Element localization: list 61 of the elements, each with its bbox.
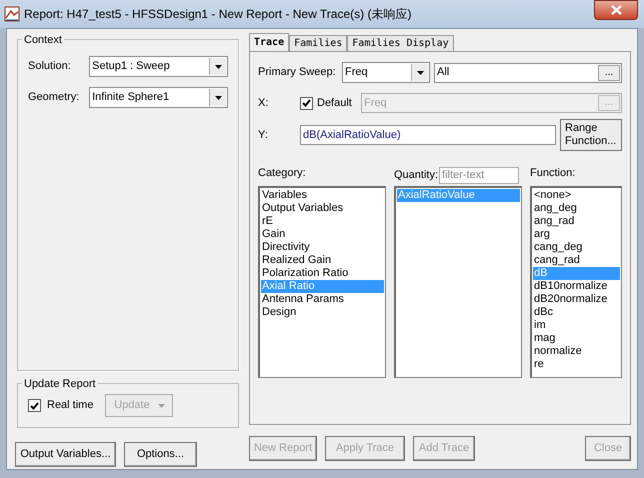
list-item[interactable]: normalize bbox=[533, 344, 620, 358]
tab[interactable]: Families Display bbox=[347, 35, 454, 51]
list-item[interactable]: Polarization Ratio bbox=[261, 266, 384, 280]
dropdown-button[interactable] bbox=[411, 64, 428, 81]
group-title: Update Report bbox=[22, 376, 98, 392]
window-title: Report: H47_test5 - HFSSDesign1 - New Report - New Trace(s) (未响应) bbox=[24, 6, 412, 23]
list-item[interactable]: ang_deg bbox=[533, 202, 620, 214]
button[interactable]: Output Variables... bbox=[15, 442, 116, 467]
list-item[interactable]: cang_rad bbox=[533, 254, 620, 266]
list-item[interactable]: dB10normalize bbox=[533, 280, 620, 292]
list-item[interactable]: Design bbox=[261, 306, 384, 318]
caret-icon bbox=[214, 96, 222, 100]
list-item[interactable]: Output Variables bbox=[261, 202, 384, 214]
browse-button[interactable]: ... bbox=[598, 64, 620, 80]
checkbox-label: Real time bbox=[47, 398, 94, 414]
list-item[interactable]: im bbox=[533, 318, 620, 332]
checkbox-label: Default bbox=[317, 96, 353, 111]
dropdown-button[interactable] bbox=[209, 58, 226, 75]
field-label: X: bbox=[258, 96, 270, 111]
field-label: Geometry: bbox=[28, 90, 80, 106]
close-button[interactable] bbox=[594, 0, 638, 20]
tab[interactable]: Families bbox=[289, 35, 348, 51]
list-item[interactable]: mag bbox=[533, 332, 620, 344]
list-label: Function: bbox=[530, 166, 576, 181]
list-item[interactable]: Realized Gain bbox=[261, 254, 384, 266]
dropdown-field[interactable]: Infinite Sphere1 bbox=[89, 87, 228, 108]
dropdown-field[interactable]: Setup1 : Sweep bbox=[89, 56, 228, 77]
list-item[interactable]: ang_rad bbox=[533, 214, 620, 228]
button[interactable]: Options... bbox=[124, 442, 197, 467]
tab[interactable]: Trace bbox=[249, 33, 290, 51]
field-label: Solution: bbox=[28, 59, 72, 74]
list-item[interactable]: dB20normalize bbox=[533, 292, 620, 306]
y-field[interactable]: dB(AxialRatioValue) bbox=[300, 125, 556, 145]
dropdown-field[interactable]: Freq bbox=[342, 62, 430, 83]
list-item[interactable]: re bbox=[533, 358, 620, 370]
close-icon bbox=[610, 5, 622, 15]
caret-icon bbox=[158, 404, 165, 408]
list-item[interactable]: rE bbox=[261, 214, 384, 228]
list-item[interactable]: dBc bbox=[533, 306, 620, 318]
checkmark-icon bbox=[30, 402, 39, 410]
list-label: Category: bbox=[258, 166, 307, 181]
list-item[interactable]: Directivity bbox=[261, 240, 384, 254]
app-icon bbox=[4, 6, 20, 22]
list-item[interactable]: <none> bbox=[533, 188, 620, 202]
range-function-button[interactable]: Range Function... bbox=[560, 119, 622, 151]
caret-icon bbox=[416, 70, 424, 74]
list-label: Quantity: bbox=[394, 168, 438, 183]
list-item[interactable]: arg bbox=[533, 228, 620, 240]
field-label: Y: bbox=[258, 128, 269, 143]
list-item[interactable]: Antenna Params bbox=[261, 292, 384, 306]
checkbox[interactable] bbox=[28, 399, 41, 412]
sweep-range-field[interactable]: All ... bbox=[434, 62, 622, 82]
filter-field[interactable]: filter-text bbox=[439, 166, 520, 184]
dropdown-button[interactable] bbox=[209, 89, 226, 106]
caret-icon bbox=[214, 64, 222, 68]
list-item[interactable]: cang_deg bbox=[533, 240, 620, 254]
list-item[interactable]: Variables bbox=[261, 188, 384, 202]
checkmark-icon bbox=[302, 99, 311, 107]
field-label: Primary Sweep: bbox=[258, 65, 337, 80]
list-item[interactable]: Gain bbox=[261, 228, 384, 240]
checkbox[interactable] bbox=[300, 96, 313, 110]
